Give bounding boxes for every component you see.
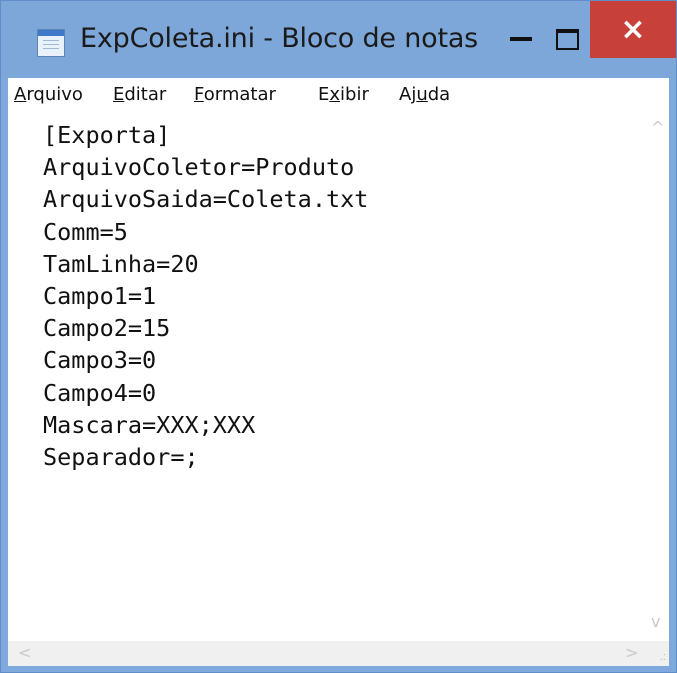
maximize-button[interactable]: [547, 21, 587, 51]
scroll-left-icon[interactable]: <: [18, 643, 31, 662]
menu-bar: Arquivo Editar Formatar Exibir Ajuda: [8, 78, 669, 113]
menu-formatar[interactable]: Formatar: [194, 84, 276, 105]
text-line: Comm=5: [43, 217, 128, 246]
scroll-up-icon[interactable]: ^: [651, 118, 664, 137]
menu-exibir[interactable]: Exibir: [318, 84, 369, 105]
text-line: [Exporta]: [43, 121, 171, 149]
text-line: Campo2=15: [43, 314, 171, 343]
notepad-window: ExpColeta.ini - Bloco de notas × Arquivo…: [0, 0, 677, 673]
editor-area: [Exporta] ArquivoColetor=Produto ArquivoSa…: [8, 112, 669, 666]
title-bar[interactable]: ExpColeta.ini - Bloco de notas ×: [1, 1, 676, 78]
resize-grip-icon[interactable]: .:: [645, 641, 669, 666]
text-line: TamLinha=20: [43, 249, 199, 278]
scroll-down-icon[interactable]: v: [651, 612, 660, 631]
text-line: ArquivoColetor=Produto: [43, 153, 355, 182]
text-line: Separador=;: [43, 443, 199, 472]
text-line: Campo4=0: [43, 378, 157, 407]
vertical-scrollbar[interactable]: ^ v: [645, 112, 669, 641]
close-button[interactable]: ×: [590, 1, 676, 58]
horizontal-scrollbar[interactable]: < >: [8, 641, 645, 666]
scroll-right-icon[interactable]: >: [625, 643, 638, 662]
text-line: Mascara=XXX;XXX: [43, 410, 256, 439]
menu-arquivo[interactable]: Arquivo: [14, 84, 83, 105]
minimize-button[interactable]: [501, 21, 541, 51]
notepad-icon[interactable]: [37, 29, 65, 57]
text-line: ArquivoSaida=Coleta.txt: [43, 185, 369, 214]
window-title: ExpColeta.ini - Bloco de notas: [80, 23, 479, 54]
text-line: Campo1=1: [43, 282, 157, 311]
close-icon: ×: [620, 12, 646, 47]
menu-editar[interactable]: Editar: [113, 84, 166, 105]
text-line: Campo3=0: [43, 346, 157, 375]
text-editor[interactable]: [Exporta] ArquivoColetor=Produto ArquivoSa…: [8, 112, 645, 641]
menu-ajuda[interactable]: Ajuda: [399, 84, 450, 105]
